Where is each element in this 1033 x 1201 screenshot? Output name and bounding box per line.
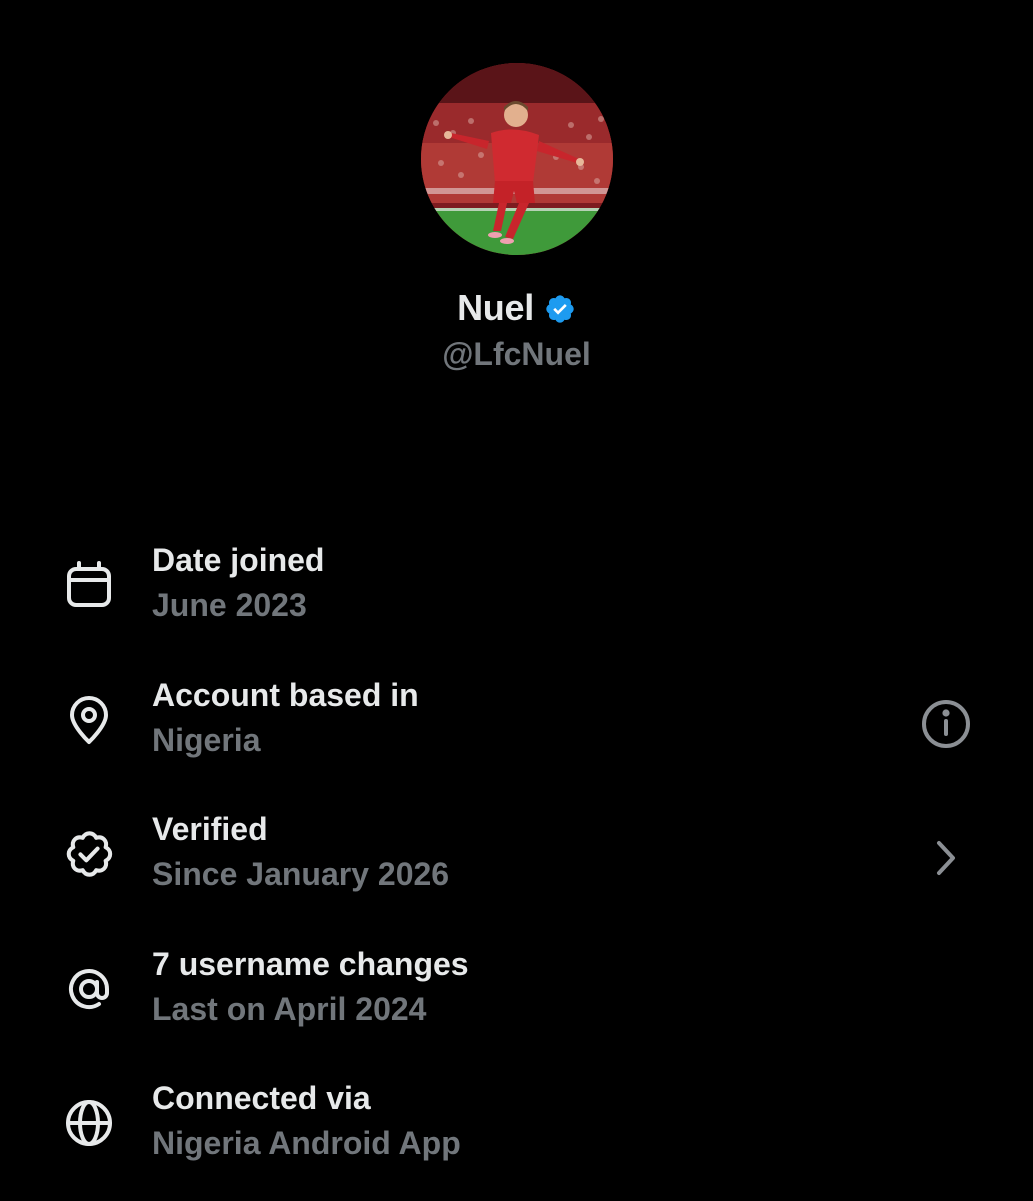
verified-badge-icon[interactable] — [544, 293, 576, 325]
name-row: Nuel — [0, 282, 1033, 334]
row-subtitle: Since January 2026 — [152, 856, 450, 892]
info-row-date-joined: Date joined June 2023 — [0, 528, 1033, 663]
row-subtitle: Last on April 2024 — [152, 990, 427, 1027]
info-icon[interactable] — [919, 697, 973, 751]
profile-header: Nuel @LfcNuel — [0, 0, 1033, 400]
row-title: 7 username changes — [152, 945, 469, 982]
info-row-account-location: Account based in Nigeria — [0, 663, 1033, 798]
info-row-verified[interactable]: Verified Since January 2026 — [0, 797, 1033, 932]
avatar[interactable] — [421, 63, 613, 255]
row-title: Date joined — [152, 542, 325, 578]
row-subtitle: Nigeria Android App — [152, 1125, 461, 1161]
chevron-right-icon[interactable] — [919, 831, 973, 885]
globe-icon — [62, 1096, 116, 1150]
location-pin-icon — [62, 693, 116, 747]
avatar-photo — [421, 63, 613, 255]
account-info-list: Date joined June 2023 Account based in N… — [0, 528, 1033, 1201]
row-title: Account based in — [152, 676, 419, 713]
calendar-icon — [62, 558, 116, 612]
info-row-connected-via: Connected via Nigeria Android App — [0, 1066, 1033, 1201]
handle: @LfcNuel — [442, 336, 591, 372]
row-title: Verified — [152, 811, 268, 847]
row-subtitle: June 2023 — [152, 587, 307, 623]
verified-outline-icon — [62, 827, 116, 881]
info-row-username-changes: 7 username changes Last on April 2024 — [0, 932, 1033, 1067]
display-name: Nuel — [457, 287, 534, 328]
row-title: Connected via — [152, 1080, 371, 1116]
at-sign-icon — [62, 962, 116, 1016]
row-subtitle: Nigeria — [152, 721, 261, 758]
